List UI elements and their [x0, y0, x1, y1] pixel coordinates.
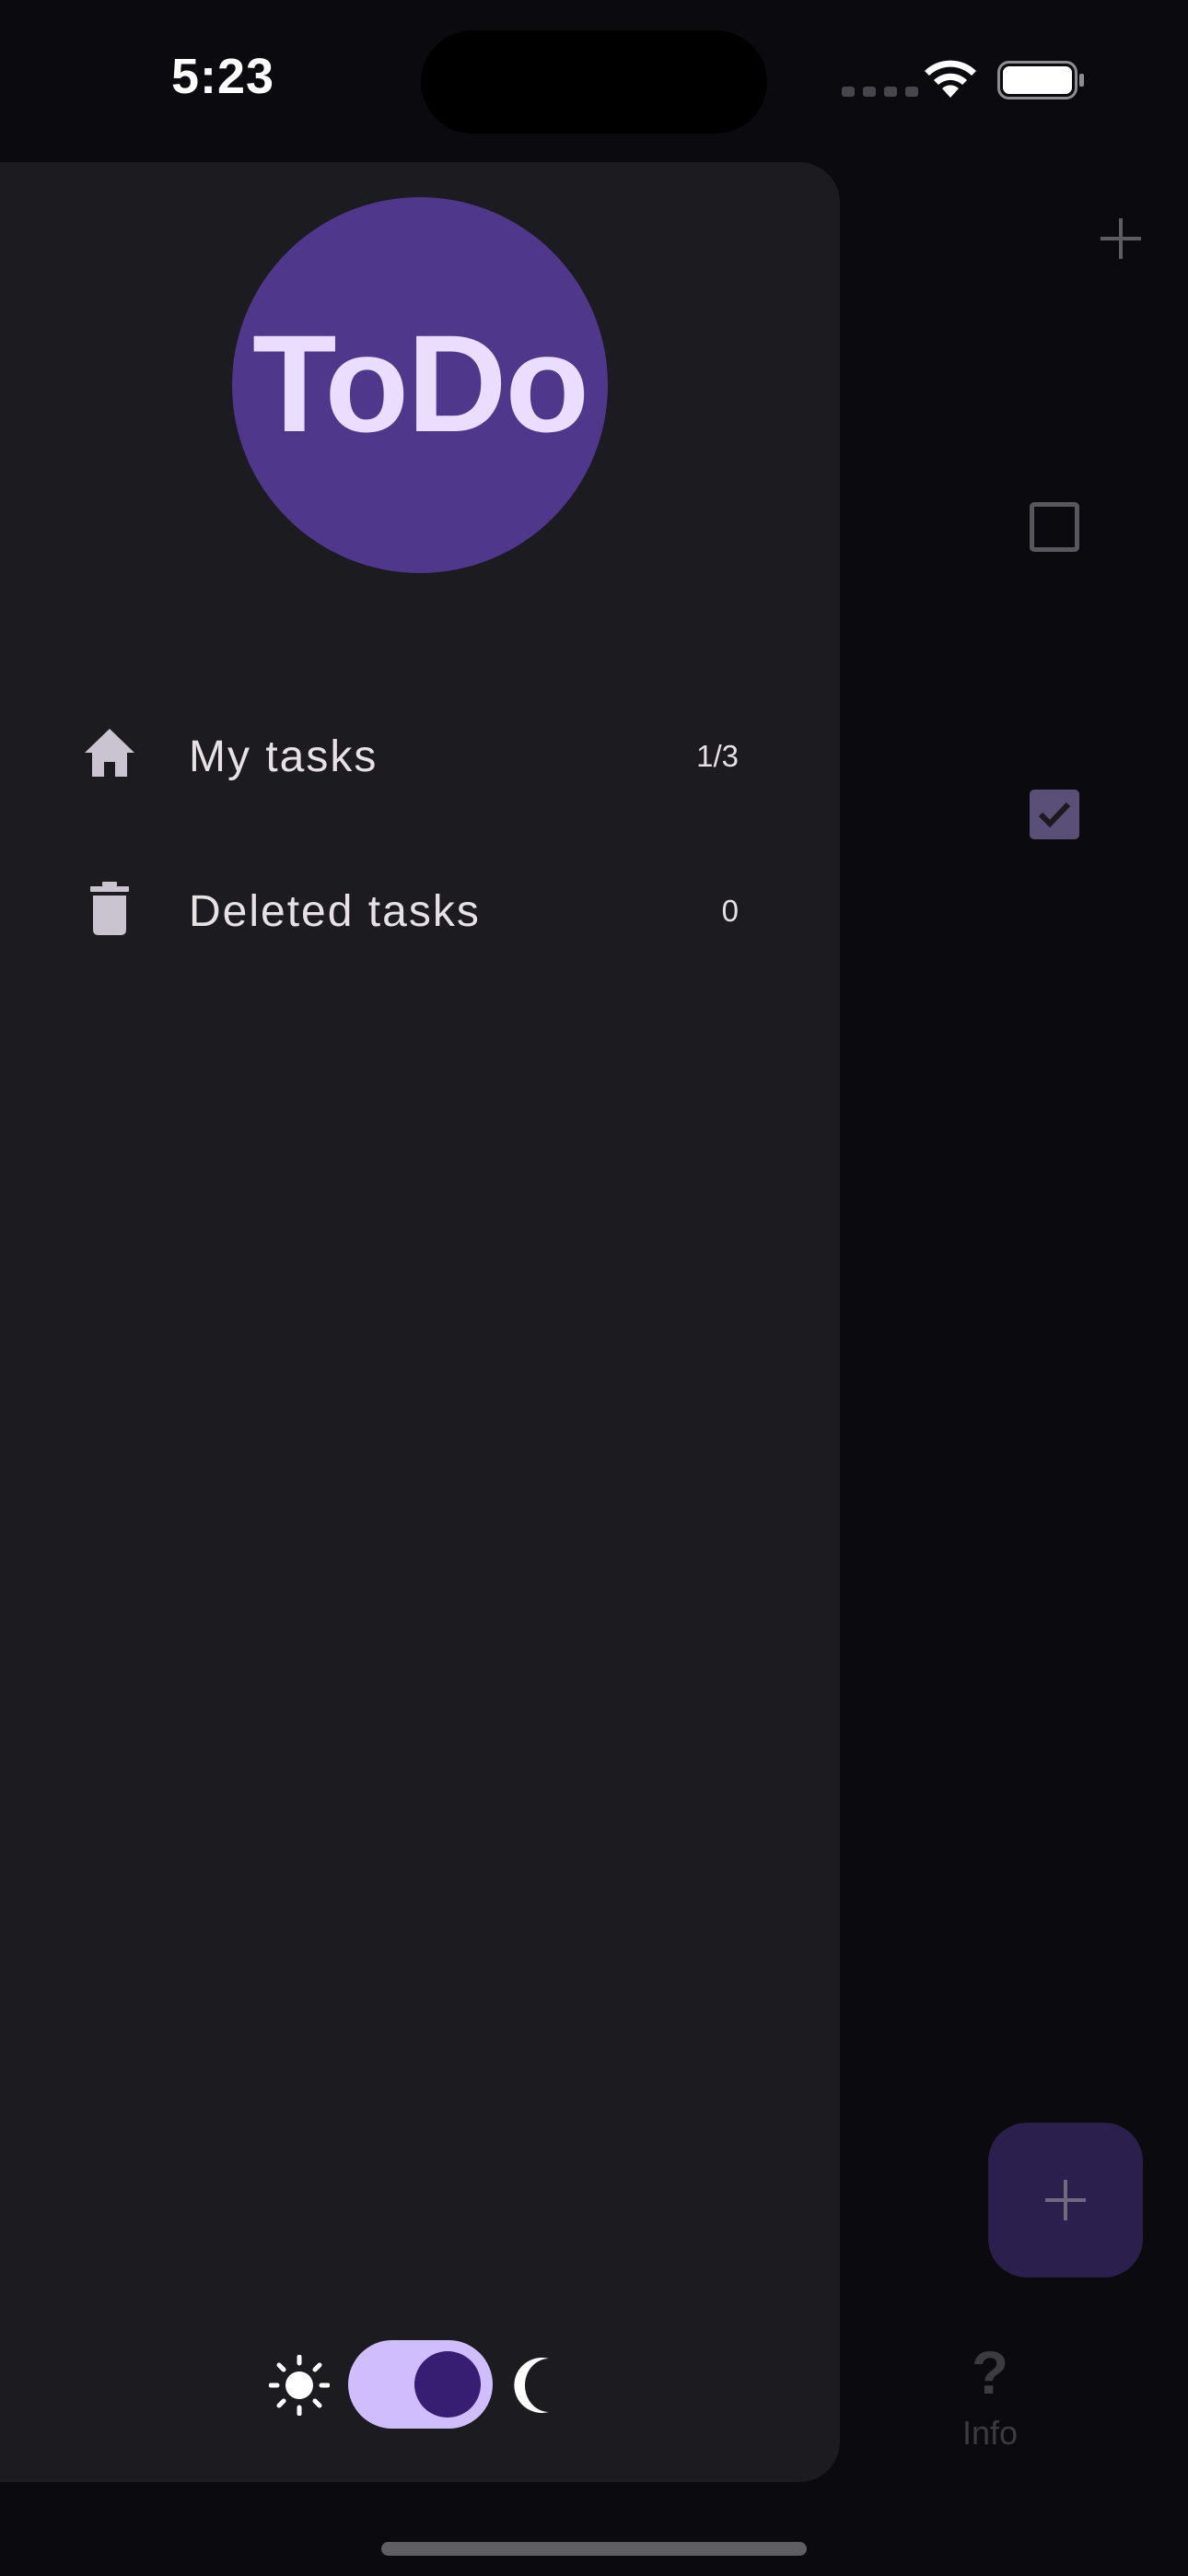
drawer-item-label: My tasks: [189, 732, 379, 781]
plus-icon: [1045, 2180, 1086, 2220]
screen: 5:23 ? Info ToDo My tasks 1/3 Deleted ta…: [0, 0, 1188, 2576]
app-logo: ToDo: [232, 197, 608, 573]
trash-icon: [90, 882, 129, 935]
wifi-icon: [925, 60, 976, 98]
info-icon: ?: [971, 2338, 1009, 2406]
drawer-item-label: Deleted tasks: [189, 887, 481, 936]
home-indicator: [381, 2542, 807, 2556]
drawer-item-deleted-tasks[interactable]: Deleted tasks 0: [0, 838, 840, 977]
app-logo-text: ToDo: [251, 305, 589, 461]
dark-mode-switch[interactable]: [348, 2340, 493, 2429]
task-checkbox-checked[interactable]: [1030, 790, 1079, 839]
nav-info[interactable]: ? Info: [939, 2340, 1041, 2453]
dynamic-island: [421, 30, 767, 134]
sun-icon: [269, 2355, 330, 2416]
home-icon: [85, 729, 134, 777]
drawer-item-count: 0: [721, 894, 739, 928]
theme-toggle[interactable]: [269, 2336, 582, 2429]
add-task-icon[interactable]: [1098, 216, 1144, 262]
nav-info-label: Info: [961, 2414, 1019, 2452]
navigation-drawer: ToDo My tasks 1/3 Deleted tasks 0: [0, 162, 840, 2482]
add-task-fab[interactable]: [988, 2123, 1143, 2277]
check-icon: [1038, 802, 1071, 828]
cellular-signal-icon: [842, 87, 918, 97]
drawer-item-my-tasks[interactable]: My tasks 1/3: [0, 684, 840, 822]
battery-full-icon: [997, 61, 1084, 100]
status-time: 5:23: [171, 49, 275, 104]
task-checkbox-unchecked[interactable]: [1030, 502, 1079, 552]
drawer-item-count: 1/3: [696, 739, 739, 773]
moon-icon: [514, 2358, 549, 2413]
switch-knob: [414, 2351, 481, 2418]
